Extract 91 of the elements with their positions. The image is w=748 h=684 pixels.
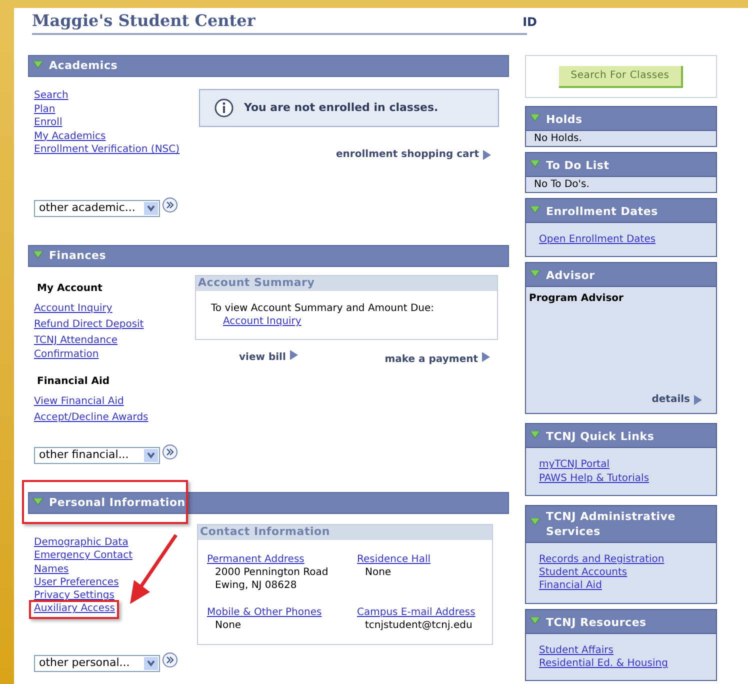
panel-text: No To Do's. xyxy=(534,179,590,190)
section-header[interactable]: Academics xyxy=(28,55,509,77)
link[interactable]: Financial Aid xyxy=(539,579,602,593)
link[interactable]: Residential Ed. & Housing xyxy=(539,657,668,670)
field-value: None xyxy=(364,566,392,579)
expand-triangle-icon[interactable] xyxy=(33,60,43,68)
advisor-heading: Program Advisor xyxy=(529,292,624,306)
link[interactable]: My Academics xyxy=(34,130,199,143)
section-header[interactable]: Finances xyxy=(28,245,509,267)
link[interactable]: Names xyxy=(34,564,69,575)
chevron-down-icon xyxy=(144,449,158,462)
link[interactable]: Residence Hall xyxy=(357,553,431,566)
expand-triangle-icon[interactable] xyxy=(530,518,540,526)
expand-triangle-icon[interactable] xyxy=(33,250,43,258)
field-value: tcnjstudent@tcnj.edu xyxy=(364,619,474,632)
link[interactable]: Search xyxy=(34,89,199,102)
expand-triangle-icon[interactable] xyxy=(530,160,540,167)
link[interactable]: Enrollment Verification (NSC) xyxy=(34,143,199,156)
expand-triangle-icon[interactable] xyxy=(530,616,540,624)
field-value: None xyxy=(214,619,242,632)
link[interactable]: TCNJ Attendance Confirmation xyxy=(34,334,159,362)
summary-text: To view Account Summary and Amount Due: xyxy=(211,302,435,315)
box-title: Account Summary xyxy=(198,275,315,292)
panel-title: TCNJ Resources xyxy=(546,614,646,630)
link[interactable]: User Preferences xyxy=(34,576,119,588)
action-link[interactable]: make a payment xyxy=(384,352,478,367)
panel-title: Holds xyxy=(546,112,582,127)
link[interactable]: Auxiliary Access xyxy=(34,603,116,614)
link[interactable]: Student Affairs xyxy=(539,644,614,658)
link[interactable]: Refund Direct Deposit xyxy=(34,318,159,332)
link[interactable]: View Financial Aid xyxy=(34,395,159,409)
dropdown-field[interactable]: other financial... xyxy=(34,447,160,464)
dropdown-field[interactable]: other academic... xyxy=(34,200,160,217)
search-classes-button[interactable]: Search For Classes xyxy=(558,66,684,88)
panel-header[interactable]: Advisor xyxy=(526,263,716,288)
link[interactable]: Open Enrollment Dates xyxy=(539,233,656,246)
group-heading: Financial Aid xyxy=(36,375,111,389)
link[interactable]: Privacy Settings xyxy=(34,590,114,602)
link[interactable]: Account Inquiry xyxy=(34,302,159,316)
panel-header[interactable]: TCNJ Resources xyxy=(526,610,716,634)
section-header[interactable]: Personal Information xyxy=(28,492,509,514)
field-value: Ewing, NJ 08628 xyxy=(214,579,298,592)
go-button-icon[interactable] xyxy=(162,444,178,460)
dropdown-field[interactable]: other personal... xyxy=(34,655,160,672)
panel-title: To Do List xyxy=(546,158,610,173)
expand-triangle-icon[interactable] xyxy=(530,431,540,438)
notice-text: You are not enrolled in classes. xyxy=(244,100,438,116)
link[interactable]: Permanent Address xyxy=(207,553,304,566)
link[interactable]: Account Inquiry xyxy=(223,315,302,328)
details-link[interactable]: details xyxy=(652,392,690,408)
panel-header[interactable]: To Do List xyxy=(526,153,716,177)
panel-title: Enrollment Dates xyxy=(546,204,658,219)
expand-triangle-icon[interactable] xyxy=(33,498,43,504)
action-link[interactable]: view bill xyxy=(239,350,286,365)
play-arrow-icon xyxy=(483,150,491,160)
panel-header[interactable]: TCNJ Quick Links xyxy=(526,424,716,448)
go-button-icon[interactable] xyxy=(162,652,178,668)
panel-header[interactable]: TCNJ Administrative Services xyxy=(526,506,716,543)
panel-title: TCNJ Administrative Services xyxy=(546,508,676,539)
box-title: Contact Information xyxy=(200,524,330,540)
go-button-icon[interactable] xyxy=(162,196,178,212)
group-heading: My Account xyxy=(36,282,104,296)
page-title: Maggie's Student Center xyxy=(32,13,256,32)
panel-title: TCNJ Quick Links xyxy=(546,429,654,444)
expand-triangle-icon[interactable] xyxy=(530,270,540,278)
info-icon xyxy=(214,98,234,118)
link[interactable]: Records and Registration xyxy=(539,552,664,566)
link[interactable]: Plan xyxy=(34,102,199,116)
expand-triangle-icon[interactable] xyxy=(530,114,540,121)
link[interactable]: Enroll xyxy=(34,116,199,130)
panel-header[interactable]: Enrollment Dates xyxy=(526,199,716,223)
panel-title: Advisor xyxy=(546,268,595,284)
play-arrow-icon xyxy=(694,394,702,405)
link[interactable]: Student Accounts xyxy=(539,566,628,580)
link[interactable]: Demographic Data xyxy=(34,537,128,548)
link[interactable]: Mobile & Other Phones xyxy=(207,606,322,619)
panel-header[interactable]: Holds xyxy=(526,107,716,131)
shopping-cart-link[interactable]: enrollment shopping cart xyxy=(336,147,479,162)
chevron-down-icon xyxy=(144,202,158,215)
play-arrow-icon xyxy=(290,350,298,360)
field-value: 2000 Pennington Road xyxy=(214,566,330,579)
expand-triangle-icon[interactable] xyxy=(530,206,540,213)
id-label: ID xyxy=(522,14,537,31)
chevron-down-icon xyxy=(144,657,158,670)
link[interactable]: Accept/Decline Awards xyxy=(34,411,159,425)
panel-text: No Holds. xyxy=(534,133,582,144)
link[interactable]: myTCNJ Portal xyxy=(539,458,610,472)
play-arrow-icon xyxy=(482,352,490,362)
link[interactable]: PAWS Help & Tutorials xyxy=(539,472,650,485)
link[interactable]: Campus E-mail Address xyxy=(357,606,476,619)
link[interactable]: Emergency Contact xyxy=(34,550,132,562)
